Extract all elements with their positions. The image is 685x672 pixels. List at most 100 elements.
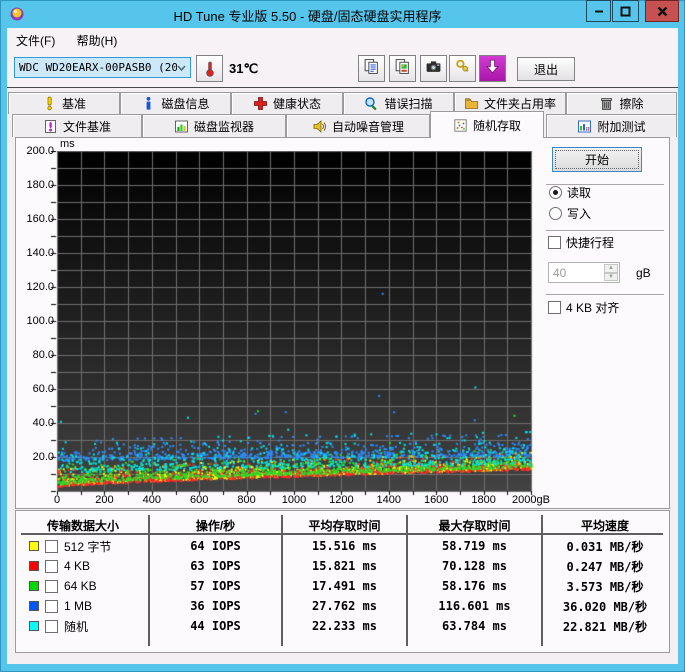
tab-disk-monitor[interactable]: 磁盘监视器 bbox=[142, 114, 286, 137]
menu-file[interactable]: 文件(F) bbox=[7, 28, 64, 50]
value-avg: 15.516 ms bbox=[311, 539, 378, 553]
short-stroke-row: 快捷行程 bbox=[548, 234, 614, 251]
y-tick-label: 40.0 bbox=[32, 417, 54, 429]
tab-health[interactable]: 健康状态 bbox=[231, 92, 343, 114]
x-tick-label: 600 bbox=[190, 494, 209, 506]
tab-extra-tests[interactable]: 附加测试 bbox=[546, 114, 677, 137]
temperature-button[interactable] bbox=[196, 55, 223, 82]
series-color-swatch bbox=[29, 541, 39, 551]
screenshot-icon bbox=[425, 58, 442, 80]
tab-aam[interactable]: 自动噪音管理 bbox=[286, 114, 430, 137]
value-speed: 22.821 MB/秒 bbox=[562, 619, 648, 634]
results-header: 传输数据大小 bbox=[46, 518, 119, 533]
short-stroke-checkbox[interactable] bbox=[548, 236, 561, 249]
extra-tests-icon bbox=[577, 119, 592, 134]
chevron-down-icon bbox=[177, 61, 186, 74]
value-speed: 0.247 MB/秒 bbox=[566, 559, 644, 574]
value-ops: 57 IOPS bbox=[190, 579, 241, 593]
tab-erase[interactable]: 擦除 bbox=[566, 92, 677, 114]
value-avg: 17.491 ms bbox=[311, 579, 378, 593]
y-tick-label: 200.0 bbox=[26, 145, 54, 157]
minimize-button[interactable] bbox=[586, 0, 611, 22]
random-access-tab-page: ms 20.0 40.0 60.0 80.0 100.0 120.0 140.0 160.0 1… bbox=[15, 137, 670, 509]
table-row: 64 KB 57 IOPS 17.491 ms 58.176 ms 3.573 MB/秒 bbox=[17, 576, 668, 599]
separator bbox=[546, 230, 664, 231]
start-button[interactable]: 开始 bbox=[552, 147, 642, 172]
copy-text-button[interactable] bbox=[358, 55, 385, 82]
radio-label: 写入 bbox=[567, 207, 592, 221]
license-icon bbox=[454, 58, 471, 80]
folder-usage-icon bbox=[464, 96, 479, 111]
spin-down-button[interactable]: ▼ bbox=[604, 272, 618, 281]
disk-monitor-icon bbox=[174, 119, 189, 134]
series-color-swatch bbox=[29, 621, 39, 631]
x-tick-label: 2000gB bbox=[512, 494, 550, 506]
write-radio[interactable] bbox=[549, 207, 562, 220]
radio-label: 读取 bbox=[567, 186, 592, 200]
tab-label: 文件基准 bbox=[62, 119, 111, 134]
separator bbox=[546, 294, 664, 295]
write-radio-row: 写入 bbox=[549, 205, 591, 222]
tab-label: 附加测试 bbox=[597, 119, 646, 134]
short-stroke-input[interactable]: 40 ▲ ▼ bbox=[548, 262, 620, 283]
value-max: 70.128 ms bbox=[441, 559, 508, 573]
value-ops: 63 IOPS bbox=[190, 559, 241, 573]
series-color-swatch bbox=[29, 601, 39, 611]
y-tick-label: 100.0 bbox=[26, 315, 54, 327]
tab-file-benchmark[interactable]: 文件基准 bbox=[12, 114, 142, 137]
tab-label: 磁盘监视器 bbox=[193, 119, 254, 134]
align-4kb-checkbox[interactable] bbox=[548, 301, 566, 321]
update-arrow-button[interactable] bbox=[479, 55, 506, 82]
series-visible-checkbox[interactable] bbox=[45, 599, 63, 619]
license-button[interactable] bbox=[449, 55, 476, 82]
results-header: 最大存取时间 bbox=[438, 518, 511, 533]
series-label: 4 KB bbox=[64, 559, 91, 573]
x-tick-label: 1000 bbox=[281, 494, 307, 506]
value-speed: 0.031 MB/秒 bbox=[566, 539, 644, 554]
copy-image-button[interactable] bbox=[389, 55, 416, 82]
value-avg: 15.821 ms bbox=[311, 559, 378, 573]
error-scan-icon bbox=[364, 96, 379, 111]
value-ops: 44 IOPS bbox=[190, 619, 241, 633]
title-bar: HD Tune 专业版 5.50 - 硬盘/固态硬盘实用程序 bbox=[0, 0, 685, 28]
spin-up-button[interactable]: ▲ bbox=[604, 264, 618, 273]
x-tick-label: 200 bbox=[95, 494, 114, 506]
y-tick-label: 140.0 bbox=[26, 247, 54, 259]
app-icon bbox=[9, 6, 25, 22]
menu-bar: 文件(F) 帮助(H) bbox=[7, 28, 678, 50]
x-tick-label: 1600 bbox=[423, 494, 449, 506]
series-label: 1 MB bbox=[64, 599, 93, 613]
value-ops: 36 IOPS bbox=[190, 599, 241, 613]
close-button[interactable] bbox=[645, 0, 679, 22]
results-header-row: 传输数据大小 操作/秒 平均存取时间 最大存取时间 平均速度 bbox=[17, 515, 668, 535]
tab-disk-info[interactable]: 磁盘信息 bbox=[120, 92, 231, 114]
read-radio[interactable] bbox=[549, 186, 562, 199]
random-access-scatter-chart bbox=[49, 151, 539, 499]
tab-label: 随机存取 bbox=[472, 118, 521, 133]
series-visible-checkbox[interactable] bbox=[45, 559, 63, 579]
temperature-value: 31℃ bbox=[229, 61, 259, 76]
menu-help[interactable]: 帮助(H) bbox=[68, 28, 127, 50]
tab-benchmark[interactable]: 基准 bbox=[8, 92, 120, 114]
tab-random-access[interactable]: 随机存取 bbox=[430, 111, 544, 138]
results-header: 操作/秒 bbox=[195, 518, 236, 533]
maximize-button[interactable] bbox=[612, 0, 639, 22]
y-tick-label: 180.0 bbox=[26, 179, 54, 191]
series-visible-checkbox[interactable] bbox=[45, 619, 63, 639]
series-label: 512 字节 bbox=[64, 539, 112, 554]
tab-label: 自动噪音管理 bbox=[331, 119, 404, 134]
drive-select[interactable]: WDC WD20EARX-00PASB0 (2000 gB) bbox=[14, 57, 191, 78]
value-max: 58.719 ms bbox=[441, 539, 508, 553]
series-visible-checkbox[interactable] bbox=[45, 579, 63, 599]
y-tick-label: 160.0 bbox=[26, 213, 54, 225]
exit-button[interactable]: 退出 bbox=[517, 57, 575, 81]
x-tick-label: 0 bbox=[53, 494, 61, 506]
align-row: 4 KB 对齐 bbox=[548, 299, 619, 321]
screenshot-button[interactable] bbox=[420, 55, 447, 82]
random-access-icon bbox=[453, 118, 468, 133]
value-avg: 27.762 ms bbox=[311, 599, 378, 613]
y-axis-unit-label: ms bbox=[60, 138, 75, 150]
series-visible-checkbox[interactable] bbox=[45, 539, 63, 559]
y-tick-label: 20.0 bbox=[32, 451, 54, 463]
x-tick-label: 1200 bbox=[329, 494, 354, 506]
